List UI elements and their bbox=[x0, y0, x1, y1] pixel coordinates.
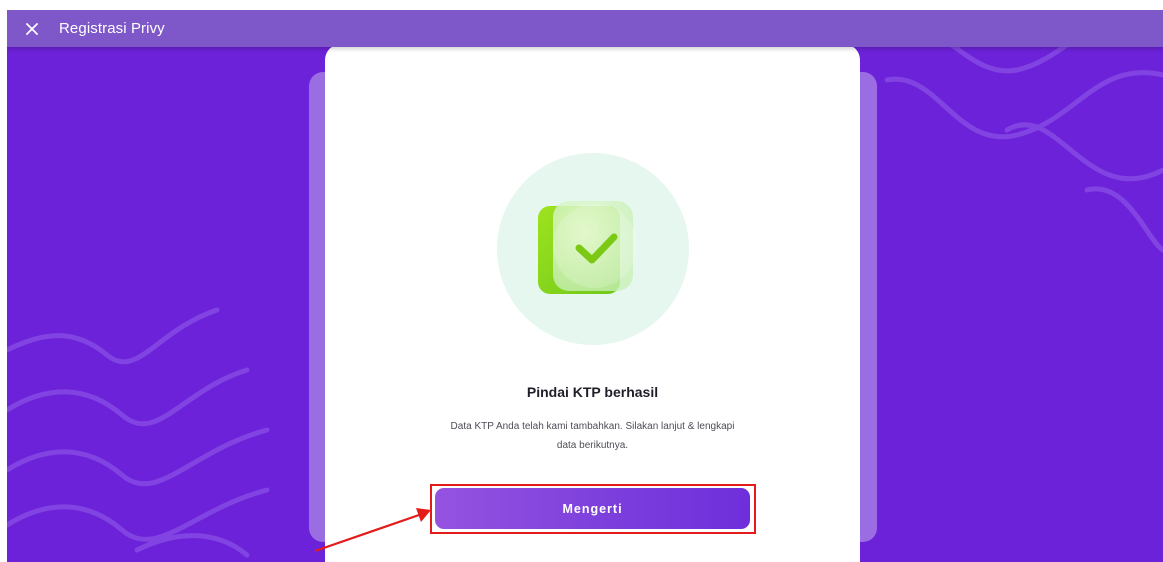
app-screen: Registrasi Privy Pindai KTP berhasil Dat… bbox=[7, 10, 1163, 562]
annotation-arrow bbox=[314, 508, 431, 553]
